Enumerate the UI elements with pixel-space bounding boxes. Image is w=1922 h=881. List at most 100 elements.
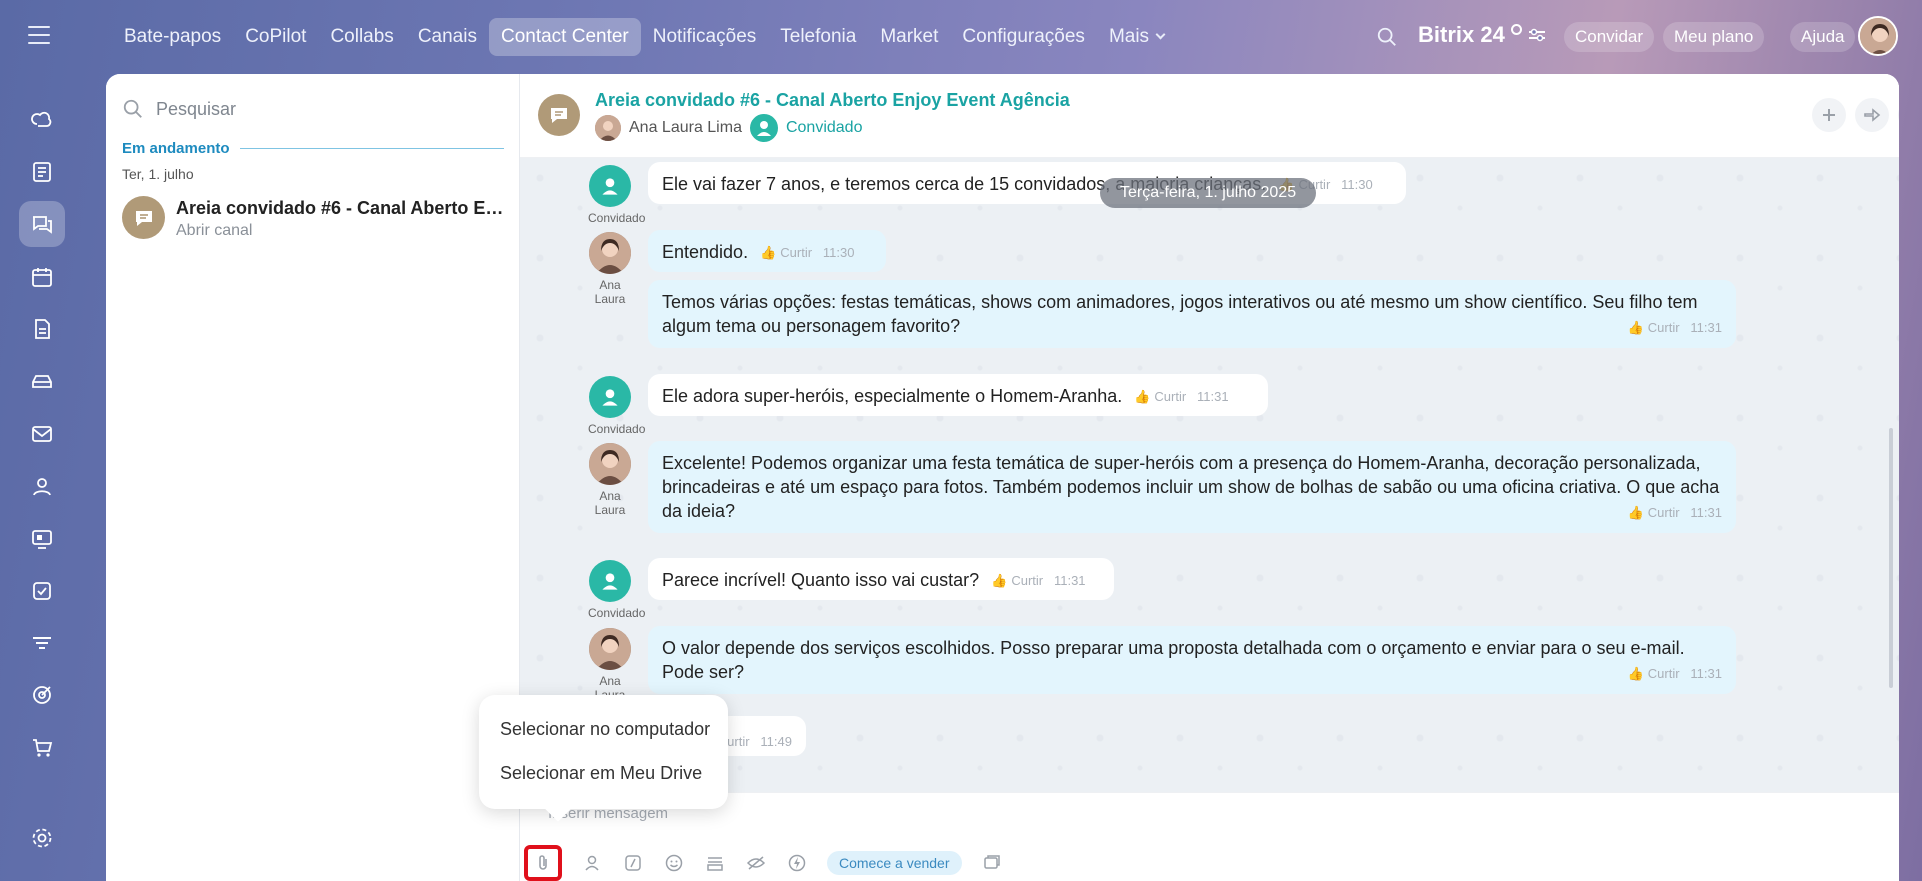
user-icon[interactable] [581,852,603,874]
agent-avatar-icon[interactable] [589,443,631,485]
tab-canais[interactable]: Canais [406,18,489,56]
message-text: Excelente! Podemos organizar uma festa t… [662,453,1720,521]
tab-market[interactable]: Market [868,18,950,56]
like-label[interactable]: Curtir [1648,320,1680,335]
thumbs-up-icon[interactable]: 👍 [1628,662,1644,686]
message-time: 11:31 [1053,573,1086,589]
message-bubble[interactable]: Ele adora super-heróis, especialmente o … [648,374,1268,416]
brand-logo[interactable]: Bitrix 24 [1418,22,1546,48]
window-icon[interactable] [981,852,1003,874]
brand-name: Bitrix 24 [1418,22,1505,47]
tasks-icon[interactable] [19,568,65,614]
user-avatar[interactable] [1858,16,1898,56]
target-icon[interactable] [19,672,65,718]
cart-icon[interactable] [19,725,65,771]
tab-mais[interactable]: Mais [1097,18,1176,56]
thumbs-up-icon[interactable]: 👍 [1628,501,1644,525]
guest-avatar[interactable] [749,114,778,142]
app-sidebar [0,74,84,881]
attach-button[interactable] [524,845,562,881]
message-area[interactable]: Convidado Ele vai fazer 7 anos, e teremo… [520,158,1899,792]
inbox-icon[interactable] [19,358,65,404]
message-bubble[interactable]: Parece incrível! Quanto isso vai custar?… [648,558,1114,600]
like-label[interactable]: Curtir [1011,573,1043,588]
guest-avatar-icon[interactable] [589,560,631,602]
tab-telefonia[interactable]: Telefonia [768,18,868,56]
document-icon[interactable] [19,306,65,352]
emoji-icon[interactable] [663,852,685,874]
chat-icon[interactable] [19,201,65,247]
my-plan-button[interactable]: Meu plano [1663,22,1765,52]
filter-icon[interactable] [19,620,65,666]
tab-bate-papos[interactable]: Bate-papos [112,18,233,56]
tab-notificacoes[interactable]: Notificações [641,18,769,56]
like-label[interactable]: Curtir [1154,389,1186,404]
command-icon[interactable] [622,852,644,874]
search-field[interactable]: Pesquisar [122,94,502,124]
main-panel: Pesquisar Em andamento Ter, 1. julho Are… [106,74,1899,881]
add-user-button[interactable] [1812,98,1846,132]
thumbs-up-icon[interactable]: 👍 [1134,385,1150,409]
composer-toolbar: Comece a vender [524,845,1003,881]
help-button[interactable]: Ajuda [1790,22,1856,52]
like-label[interactable]: Curtir [780,245,812,260]
invite-button[interactable]: Convidar [1564,22,1655,52]
menu-icon[interactable] [28,26,50,44]
tab-collabs[interactable]: Collabs [318,18,405,56]
message-meta: 👍 Curtir 11:31 [1134,385,1228,409]
message-time: 11:30 [822,245,855,261]
chevron-down-icon [1155,29,1166,40]
chat-participants: Ana Laura Lima Convidado [595,114,862,142]
chat-list-item[interactable]: Areia convidado #6 - Canal Aberto Enj...… [122,194,512,244]
guest-avatar-icon[interactable] [589,165,631,207]
search-icon[interactable] [1376,26,1398,48]
agent-avatar-icon[interactable] [589,628,631,670]
select-from-computer-item[interactable]: Selecionar no computador [500,719,710,740]
sites-icon[interactable] [19,516,65,562]
message-time: 11:31 [1690,320,1722,335]
message-time: 11:31 [1197,389,1229,405]
author-name: Ana Laura [594,489,626,517]
hidden-message-icon[interactable] [745,852,767,874]
like-label[interactable]: Curtir [1648,666,1680,681]
attach-menu: Selecionar no computador Selecionar em M… [479,695,728,822]
finish-button[interactable] [1898,98,1899,132]
paperclip-icon [539,855,547,870]
tab-contact-center[interactable]: Contact Center [488,18,641,56]
calendar-icon[interactable] [19,254,65,300]
settings-icon[interactable] [19,815,65,861]
thumbs-up-icon[interactable]: 👍 [1628,316,1644,340]
agent-avatar-icon[interactable] [589,232,631,274]
chat-title[interactable]: Areia convidado #6 - Canal Aberto Enjoy … [595,90,1070,111]
message-text: Parece incrível! Quanto isso vai custar? [662,570,980,590]
filter-settings-icon[interactable] [1528,27,1546,43]
chat-header: Areia convidado #6 - Canal Aberto Enjoy … [520,74,1899,158]
search-icon [123,99,142,118]
like-label[interactable]: Curtir [1648,505,1680,520]
contacts-icon[interactable] [19,463,65,509]
agent-author: Ana Laura [588,443,632,517]
thumbs-up-icon[interactable]: 👍 [991,569,1007,593]
quick-answers-icon[interactable] [704,852,726,874]
copilot-icon[interactable] [19,96,65,142]
openline-chat-icon [122,196,165,239]
forward-button[interactable] [1855,98,1889,132]
openline-chat-icon [538,94,580,136]
message-bubble[interactable]: Excelente! Podemos organizar uma festa t… [648,441,1736,533]
start-selling-button[interactable]: Comece a vender [827,851,962,875]
lightning-icon[interactable] [786,852,808,874]
select-from-drive-item[interactable]: Selecionar em Meu Drive [500,763,702,784]
scrollbar[interactable] [1889,428,1893,688]
thumbs-up-icon[interactable]: 👍 [760,241,776,265]
tab-configuracoes[interactable]: Configurações [950,18,1097,56]
guest-avatar-icon[interactable] [589,376,631,418]
mail-icon[interactable] [19,411,65,457]
tab-copilot[interactable]: CoPilot [233,18,318,56]
guest-author: Convidado [588,376,645,436]
agent-avatar[interactable] [595,115,621,141]
feed-icon[interactable] [19,149,65,195]
message-bubble[interactable]: Entendido. 👍 Curtir 11:30 [648,230,886,272]
author-name: Ana Laura [594,278,626,306]
message-bubble[interactable]: O valor depende dos serviços escolhidos.… [648,626,1736,694]
message-bubble[interactable]: Temos várias opções: festas temáticas, s… [648,280,1736,348]
